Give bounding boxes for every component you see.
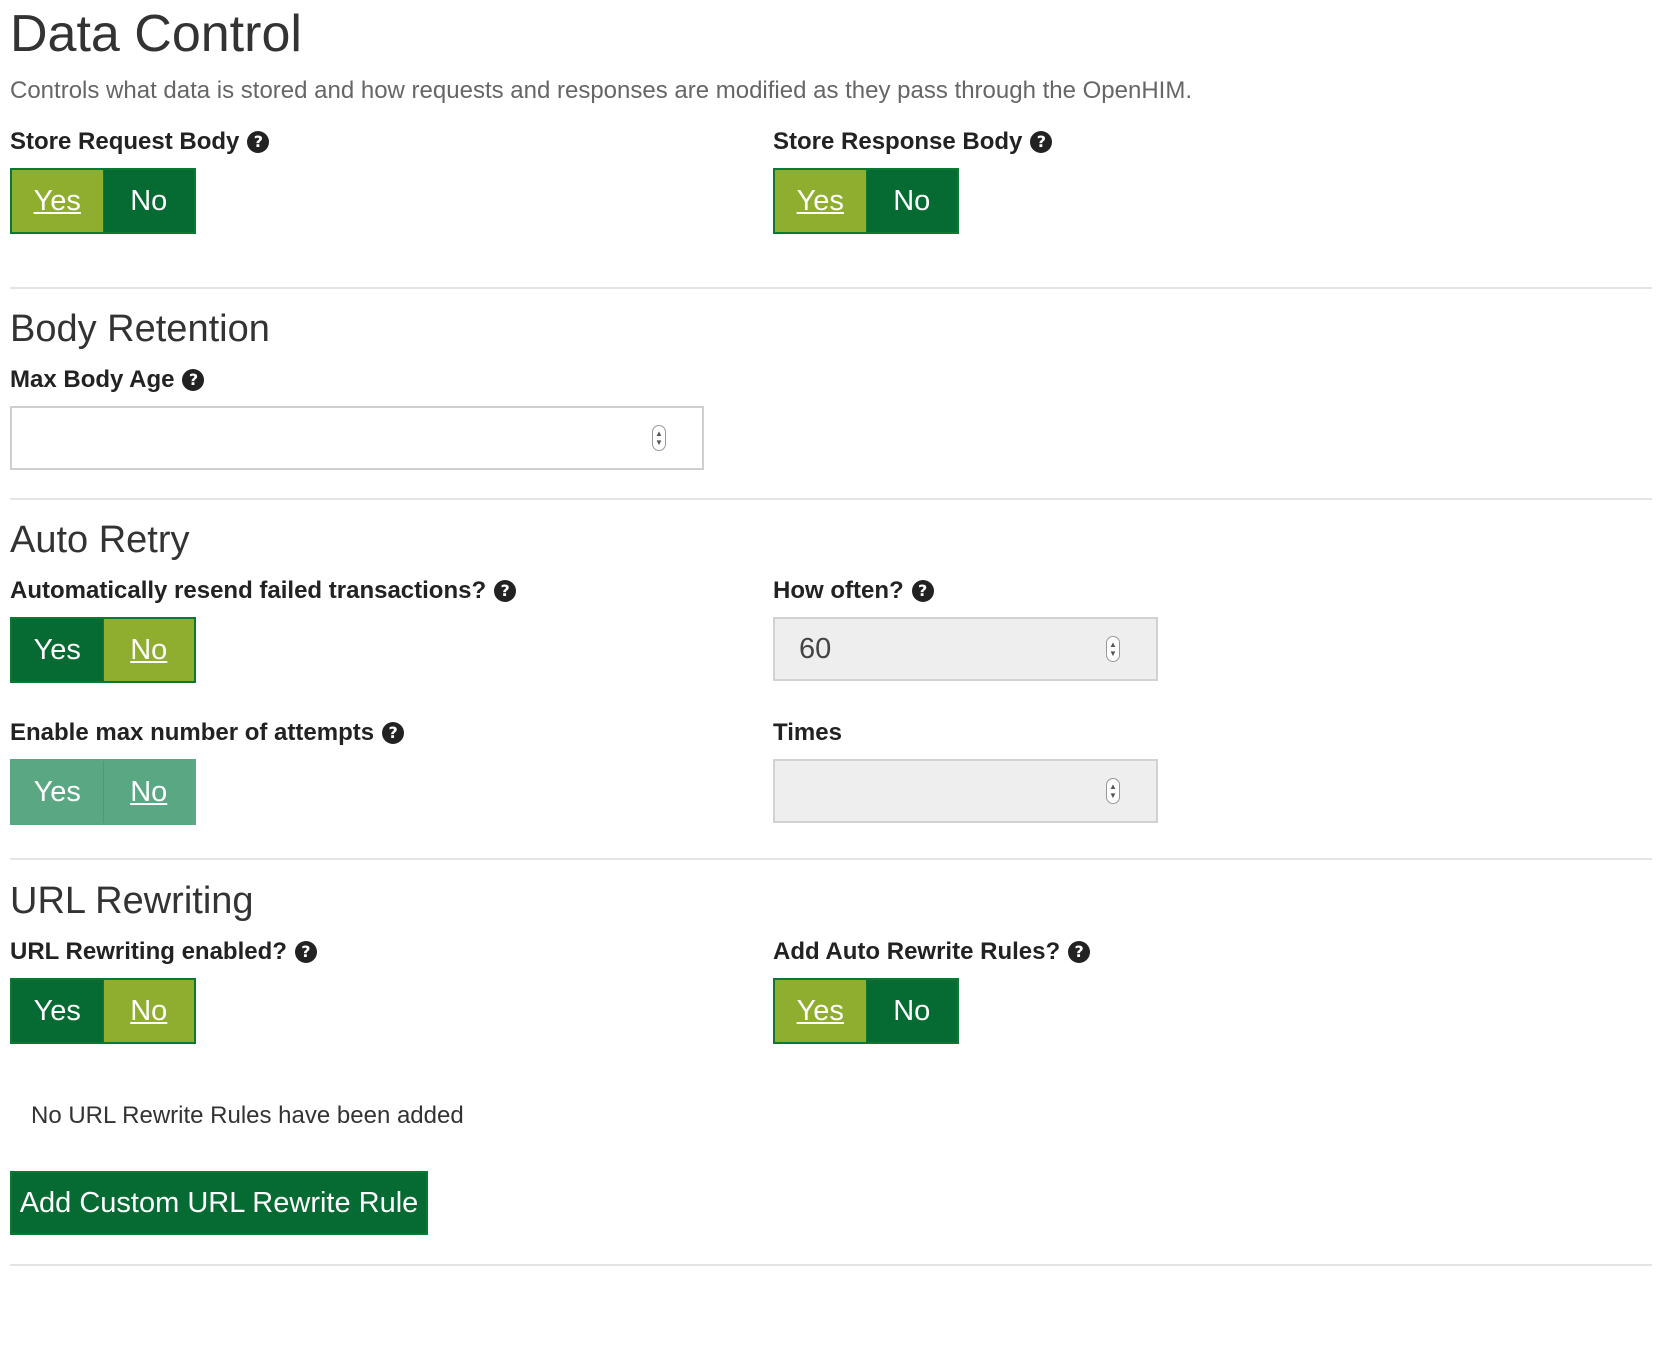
number-spinner-icon[interactable]: ▲ ▼: [652, 425, 666, 451]
how-often-label-text: How often?: [773, 577, 904, 604]
help-icon[interactable]: ?: [1068, 941, 1091, 963]
url-rewriting-enabled-toggle: Yes No: [10, 978, 196, 1044]
url-rewriting-enabled-label: URL Rewriting enabled? ?: [10, 940, 317, 964]
auto-rewrite-rules-label: Add Auto Rewrite Rules? ?: [773, 938, 1091, 965]
section-divider: [10, 1264, 1652, 1266]
section-divider: [10, 287, 1652, 289]
store-request-body-toggle: Yes No: [10, 168, 196, 234]
store-request-body-yes[interactable]: Yes: [12, 170, 103, 232]
max-attempts-label-text: Enable max number of attempts: [10, 719, 375, 746]
section-divider: [10, 858, 1652, 860]
help-icon[interactable]: ?: [247, 131, 270, 153]
no-rewrite-rules-message: No URL Rewrite Rules have been added: [31, 1102, 464, 1129]
max-attempts-label: Enable max number of attempts ?: [10, 719, 405, 746]
store-response-body-label-text: Store Response Body: [773, 128, 1023, 155]
help-icon[interactable]: ?: [494, 580, 517, 602]
url-rewriting-enabled-yes[interactable]: Yes: [12, 980, 103, 1042]
auto-rewrite-rules-no[interactable]: No: [865, 980, 957, 1042]
times-label: Times: [773, 721, 842, 745]
body-retention-heading: Body Retention: [10, 308, 270, 350]
auto-rewrite-rules-label-text: Add Auto Rewrite Rules?: [773, 938, 1061, 965]
auto-rewrite-rules-yes[interactable]: Yes: [775, 980, 866, 1042]
add-custom-rewrite-rule-button[interactable]: Add Custom URL Rewrite Rule: [10, 1171, 428, 1235]
how-often-input[interactable]: 60 ▲ ▼: [773, 617, 1158, 681]
max-attempts-no[interactable]: No: [102, 761, 194, 823]
auto-resend-yes[interactable]: Yes: [12, 619, 103, 681]
store-response-body-toggle: Yes No: [773, 168, 959, 234]
page-description: Controls what data is stored and how req…: [10, 77, 1192, 104]
url-rewriting-enabled-label-text: URL Rewriting enabled?: [10, 938, 287, 965]
store-response-body-no[interactable]: No: [865, 170, 957, 232]
section-divider: [10, 498, 1652, 500]
url-rewriting-enabled-no[interactable]: No: [102, 980, 194, 1042]
url-rewriting-heading: URL Rewriting: [10, 880, 254, 922]
help-icon[interactable]: ?: [911, 580, 934, 602]
page-title: Data Control: [10, 5, 302, 63]
times-label-text: Times: [773, 719, 842, 746]
help-icon[interactable]: ?: [1030, 131, 1053, 153]
store-request-body-label-text: Store Request Body: [10, 128, 240, 155]
store-response-body-label: Store Response Body ?: [773, 128, 1053, 155]
store-request-body-no[interactable]: No: [102, 170, 194, 232]
max-body-age-label: Max Body Age ?: [10, 366, 205, 393]
times-input[interactable]: ▲ ▼: [773, 759, 1158, 823]
auto-resend-toggle: Yes No: [10, 617, 196, 683]
auto-resend-label: Automatically resend failed transactions…: [10, 577, 517, 604]
how-often-value: 60: [799, 632, 832, 665]
auto-rewrite-rules-toggle: Yes No: [773, 978, 959, 1044]
max-attempts-toggle: Yes No: [10, 759, 196, 825]
store-request-body-label: Store Request Body ?: [10, 128, 270, 155]
auto-retry-heading: Auto Retry: [10, 519, 190, 561]
store-response-body-yes[interactable]: Yes: [775, 170, 866, 232]
how-often-label: How often? ?: [773, 579, 934, 603]
help-icon[interactable]: ?: [294, 941, 317, 963]
number-spinner-icon[interactable]: ▲ ▼: [1106, 778, 1120, 804]
auto-resend-label-text: Automatically resend failed transactions…: [10, 577, 487, 604]
help-icon[interactable]: ?: [182, 369, 205, 391]
number-spinner-icon[interactable]: ▲ ▼: [1106, 636, 1120, 662]
max-body-age-label-text: Max Body Age: [10, 366, 175, 393]
max-attempts-yes[interactable]: Yes: [12, 761, 103, 823]
help-icon[interactable]: ?: [382, 722, 405, 744]
max-body-age-input[interactable]: ▲ ▼: [10, 406, 704, 470]
auto-resend-no[interactable]: No: [102, 619, 194, 681]
